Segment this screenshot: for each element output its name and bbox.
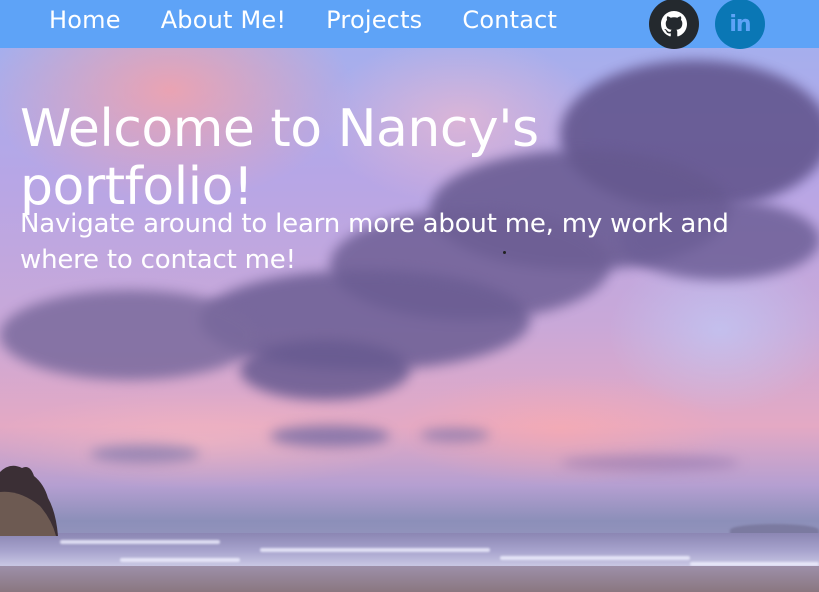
nav-link-contact[interactable]: Contact bbox=[462, 6, 557, 34]
beach-sand bbox=[0, 566, 819, 592]
nav-links: Home About Me! Projects Contact bbox=[49, 0, 597, 40]
hero-subtitle: Navigate around to learn more about me, … bbox=[20, 209, 729, 275]
cursor-dot bbox=[503, 251, 506, 254]
github-icon bbox=[661, 11, 687, 37]
linkedin-button[interactable]: in bbox=[715, 0, 765, 49]
page: Home About Me! Projects Contact in Welco… bbox=[0, 0, 819, 592]
cliff bbox=[0, 465, 58, 536]
hero-title: Welcome to Nancy's portfolio! bbox=[20, 99, 539, 217]
nav-link-projects[interactable]: Projects bbox=[326, 6, 422, 34]
linkedin-icon: in bbox=[729, 11, 751, 37]
navbar: Home About Me! Projects Contact in bbox=[0, 0, 819, 49]
hero: Welcome to Nancy's portfolio! Navigate a… bbox=[20, 100, 800, 278]
nav-link-home[interactable]: Home bbox=[49, 6, 121, 34]
github-button[interactable] bbox=[649, 0, 699, 49]
nav-link-about[interactable]: About Me! bbox=[161, 6, 286, 34]
